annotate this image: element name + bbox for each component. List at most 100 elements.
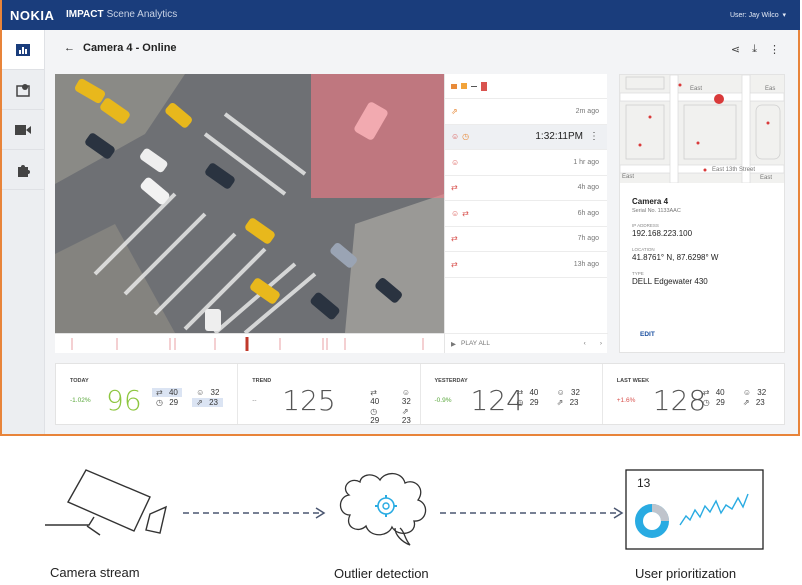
swap-arrows-icon: ⇄ <box>451 183 458 193</box>
gear-icon <box>377 497 395 515</box>
camera-video-feed[interactable] <box>55 74 444 333</box>
event-more-icon[interactable]: ⋮ <box>589 131 599 142</box>
edit-button[interactable]: EDIT <box>640 331 655 338</box>
stat-value: 125 <box>282 384 336 417</box>
stat-m4: 23 <box>755 398 765 407</box>
stat-m1: 40 <box>715 388 725 397</box>
camera-stream-icon <box>45 469 167 536</box>
download-icon[interactable]: ⤓ <box>752 43 757 56</box>
top-bar: NOKIA IMPACT Scene Analytics User: Jay Wi… <box>2 0 800 30</box>
face-icon: ☺ <box>401 388 411 397</box>
event-row[interactable]: ⇄ 4h ago <box>445 176 607 201</box>
bar-chart-icon <box>16 43 30 56</box>
map-street-label: East <box>622 174 634 180</box>
stat-card: YESTERDAY -0.9% 124 ⇄ 40 ☺ 32 ◷ 29 ⇗ 23 <box>421 364 603 424</box>
event-row[interactable]: ☺ ⇄ 6h ago <box>445 201 607 227</box>
stat-delta: -1.02% <box>70 397 91 404</box>
event-row[interactable]: ⇗ 2m ago <box>445 99 607 125</box>
map-street-label: East <box>690 86 702 92</box>
nav-map[interactable] <box>2 70 44 110</box>
stats-bar: TODAY -1.02% 96 ⇄ 40 ☺ 32 ◷ 29 ⇗ 23 TREND -- 125 ⇄… <box>55 363 785 425</box>
face-icon: ☺ <box>556 388 565 397</box>
person-walk-icon: ⇗ <box>556 398 564 407</box>
swap-arrows-icon: ⇄ <box>462 208 469 218</box>
stat-label: TREND <box>252 378 272 384</box>
face-icon: ☺ <box>742 388 752 397</box>
map-street-label: East <box>760 175 772 181</box>
puzzle-icon <box>18 164 30 177</box>
stat-m1: 40 <box>168 388 178 397</box>
app-subtitle: Scene Analytics <box>106 9 178 20</box>
play-all-button[interactable]: PLAY ALL <box>461 340 490 347</box>
stat-value: 96 <box>106 384 142 417</box>
swap-arrows-icon: ⇄ <box>702 388 710 397</box>
face-icon: ☺ <box>451 208 460 218</box>
swap-arrows-icon: ⇄ <box>516 388 524 397</box>
more-icon[interactable]: ⋮ <box>769 43 780 56</box>
event-time: 1 hr ago <box>573 158 599 166</box>
swap-arrows-icon: ⇄ <box>370 388 377 397</box>
stat-m3: 29 <box>529 398 539 407</box>
play-icon[interactable]: ▶ <box>451 340 456 348</box>
back-arrow-icon[interactable]: ← <box>64 42 75 54</box>
stat-m3: 29 <box>715 398 725 407</box>
detection-zone-overlay <box>311 74 444 198</box>
ip-value: 192.168.223.100 <box>632 229 693 238</box>
person-walk-icon: ⇗ <box>401 407 409 416</box>
stat-card: TREND -- 125 ⇄ 40 ☺ 32 ◷ 29 ⇗ 23 <box>238 364 421 425</box>
stat-m4: 23 <box>209 398 218 407</box>
map-street-label: Eas <box>765 86 775 92</box>
stat-m1: 40 <box>370 397 380 406</box>
clock-icon: ◷ <box>462 132 470 142</box>
page-title: ← Camera 4 - Online <box>64 42 177 54</box>
nav-analytics[interactable] <box>2 30 44 70</box>
stat-breakdown: ⇄ 40 ☺ 32 ◷ 29 ⇗ 23 <box>152 388 224 407</box>
map-pin-icon <box>16 83 30 97</box>
app-title: IMPACT Scene Analytics <box>66 9 178 20</box>
stat-m2: 32 <box>401 397 411 406</box>
type-label: TYPE <box>632 271 644 276</box>
header-actions: ⋖ ⤓ ⋮ <box>731 43 780 56</box>
nav-cameras[interactable] <box>2 110 44 150</box>
stat-m4: 23 <box>569 398 579 407</box>
share-icon[interactable]: ⋖ <box>731 43 740 56</box>
person-walk-icon: ⇗ <box>451 106 458 116</box>
face-icon: ☺ <box>196 388 205 397</box>
event-row[interactable]: ⇄ 13h ago <box>445 252 607 278</box>
stat-delta: -0.9% <box>434 397 452 404</box>
stage-label-user: User prioritization <box>635 566 737 581</box>
location-value: 41.8761° N, 87.6298° W <box>632 253 719 262</box>
stat-m4: 23 <box>401 416 411 425</box>
user-menu[interactable]: User: Jay Wilco ▾ <box>730 11 786 19</box>
event-row[interactable]: ☺ ◷ 1:32:11PM ⋮ <box>445 124 607 150</box>
event-row[interactable]: ⇄ 7h ago <box>445 227 607 252</box>
event-time: 7h ago <box>577 235 599 243</box>
clock-icon: ◷ <box>370 407 378 416</box>
event-row[interactable]: ☺ 1 hr ago <box>445 150 607 176</box>
clock-icon: ◷ <box>516 398 524 407</box>
outlier-cloud-icon <box>339 472 427 546</box>
stage-label-camera: Camera stream <box>50 565 140 580</box>
event-time: 2m ago <box>575 107 599 115</box>
event-filter-bar <box>445 74 607 99</box>
stat-breakdown: ⇄ 40 ☺ 32 ◷ 29 ⇗ 23 <box>366 388 419 425</box>
clock-icon: ◷ <box>702 398 710 407</box>
camera-location-map[interactable]: East Eas East 13th Street East East <box>620 75 784 183</box>
side-nav <box>2 30 45 434</box>
clock-icon: ◷ <box>156 398 163 407</box>
map-street-label: East 13th Street <box>712 167 755 173</box>
prev-icon[interactable]: ‹ <box>584 340 586 347</box>
swap-arrows-icon: ⇄ <box>156 388 163 397</box>
stat-card: TODAY -1.02% 96 ⇄ 40 ☺ 32 ◷ 29 ⇗ 23 <box>56 364 239 424</box>
stat-m2: 32 <box>210 388 220 397</box>
event-time: 13h ago <box>573 260 599 268</box>
filter-chart-icon[interactable] <box>451 83 457 89</box>
event-list: ⇗ 2m ago ☺ ◷ 1:32:11PM ⋮ ☺ 1 hr ago ⇄ 4h ago ☺ ⇄ 6h … <box>444 74 608 353</box>
camera-info: Camera 4 Serial No. 1133AAC IP ADDRESS 1… <box>632 197 718 286</box>
nokia-logo: NOKIA <box>10 8 55 23</box>
swap-arrows-icon: ⇄ <box>451 259 458 269</box>
stage-label-outlier: Outlier detection <box>334 566 429 581</box>
next-icon[interactable]: › <box>600 340 602 347</box>
nav-plugins[interactable] <box>2 150 44 190</box>
video-timeline[interactable] <box>55 333 444 353</box>
